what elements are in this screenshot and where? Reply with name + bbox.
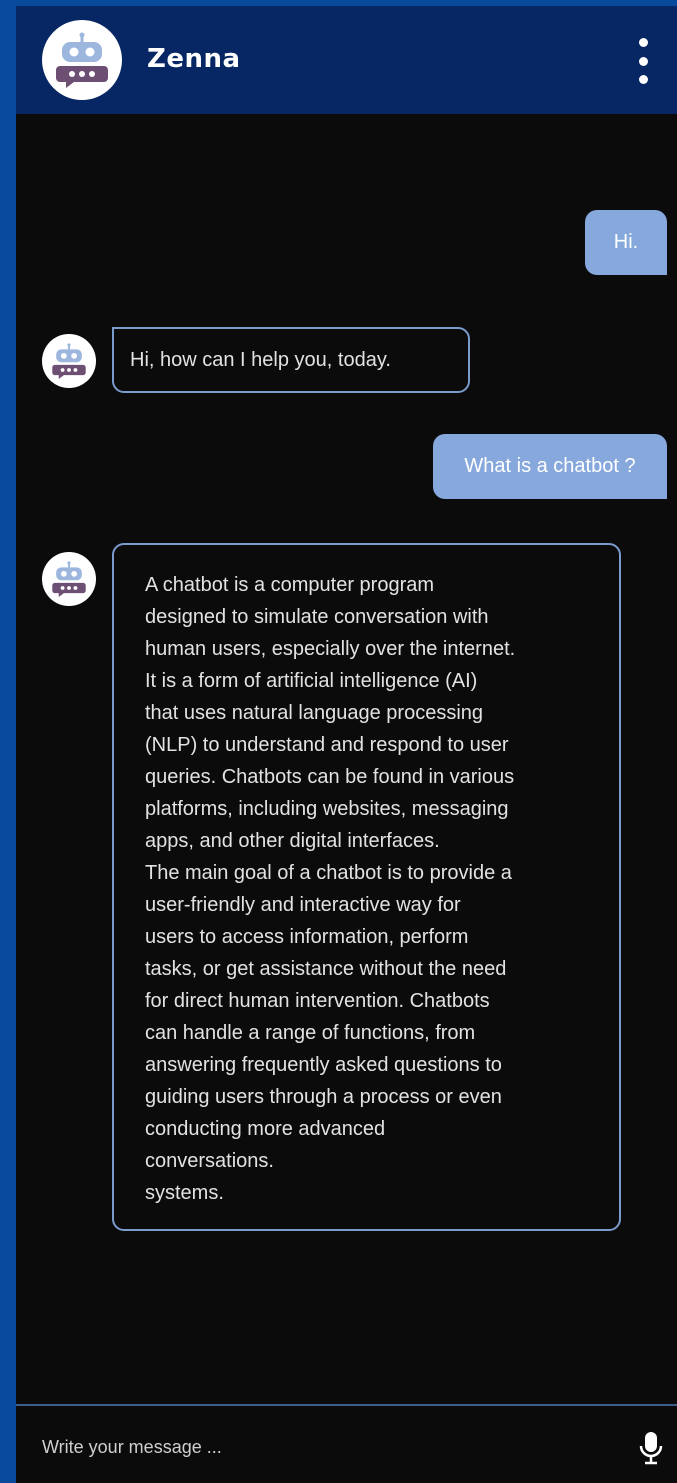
bot-avatar <box>42 552 96 606</box>
chat-title: Zenna <box>147 44 241 74</box>
kebab-dot <box>638 75 648 84</box>
microphone-icon[interactable] <box>639 1430 663 1466</box>
robot-chat-icon <box>52 343 86 379</box>
kebab-dot <box>638 38 648 47</box>
message-input[interactable] <box>40 1428 624 1466</box>
bot-message: A chatbot is a computer program designed… <box>112 543 621 1231</box>
kebab-dot <box>638 56 648 66</box>
bot-avatar <box>42 334 96 388</box>
bot-avatar-header <box>42 20 122 100</box>
user-message: What is a chatbot ? <box>433 434 667 499</box>
chat-window: Zenna Hi. Hi, how can I help you, today.… <box>16 6 677 1483</box>
user-message: Hi. <box>585 210 667 275</box>
kebab-menu-icon[interactable] <box>631 38 655 84</box>
bot-message: Hi, how can I help you, today. <box>112 327 470 393</box>
robot-chat-icon <box>52 561 86 597</box>
robot-chat-icon <box>56 32 108 88</box>
message-composer <box>16 1404 677 1483</box>
chat-header: Zenna <box>16 6 677 114</box>
